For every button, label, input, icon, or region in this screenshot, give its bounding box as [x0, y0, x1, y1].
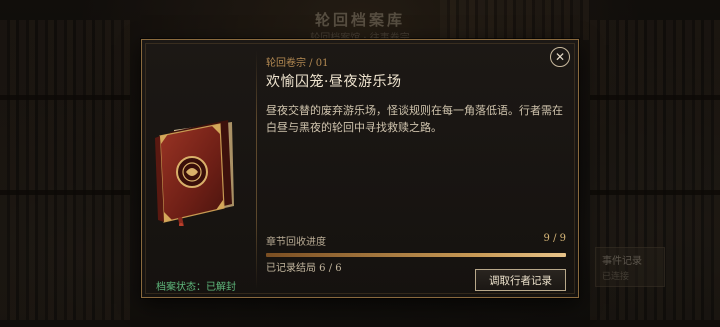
breadcrumb: 轮回卷宗 / 01 — [266, 58, 329, 69]
progress-bar-fill — [266, 253, 566, 257]
archive-info: 轮回卷宗 / 01 欢愉囚笼·昼夜游乐场 昼夜交替的废弃游乐场，怪谈规则在每一角… — [266, 54, 564, 136]
archive-status: 档案状态：已解封 — [156, 282, 236, 293]
archive-description: 昼夜交替的废弃游乐场，怪谈规则在每一角落低语。行者需在白昼与黑夜的轮回中寻找救赎… — [266, 104, 563, 134]
progress-bar — [266, 253, 566, 257]
archive-detail-modal: 档案状态：已解封 ✕ 轮回卷宗 / 01 欢愉囚笼·昼夜游乐场 昼夜交替的废弃游… — [141, 39, 579, 298]
view-records-button[interactable]: 调取行者记录 — [475, 269, 566, 291]
progress-value: 9 / 9 — [543, 233, 566, 244]
chapter-progress: 章节回收进度 9 / 9 — [266, 233, 566, 257]
archive-title: 欢愉囚笼·昼夜游乐场 — [266, 74, 402, 90]
column-divider — [256, 50, 257, 289]
book-icon — [155, 120, 234, 226]
archive-cover-column: 档案状态：已解封 — [142, 40, 257, 297]
endings-count: 已记录结局 6 / 6 — [266, 263, 342, 274]
progress-label: 章节回收进度 — [266, 237, 326, 248]
